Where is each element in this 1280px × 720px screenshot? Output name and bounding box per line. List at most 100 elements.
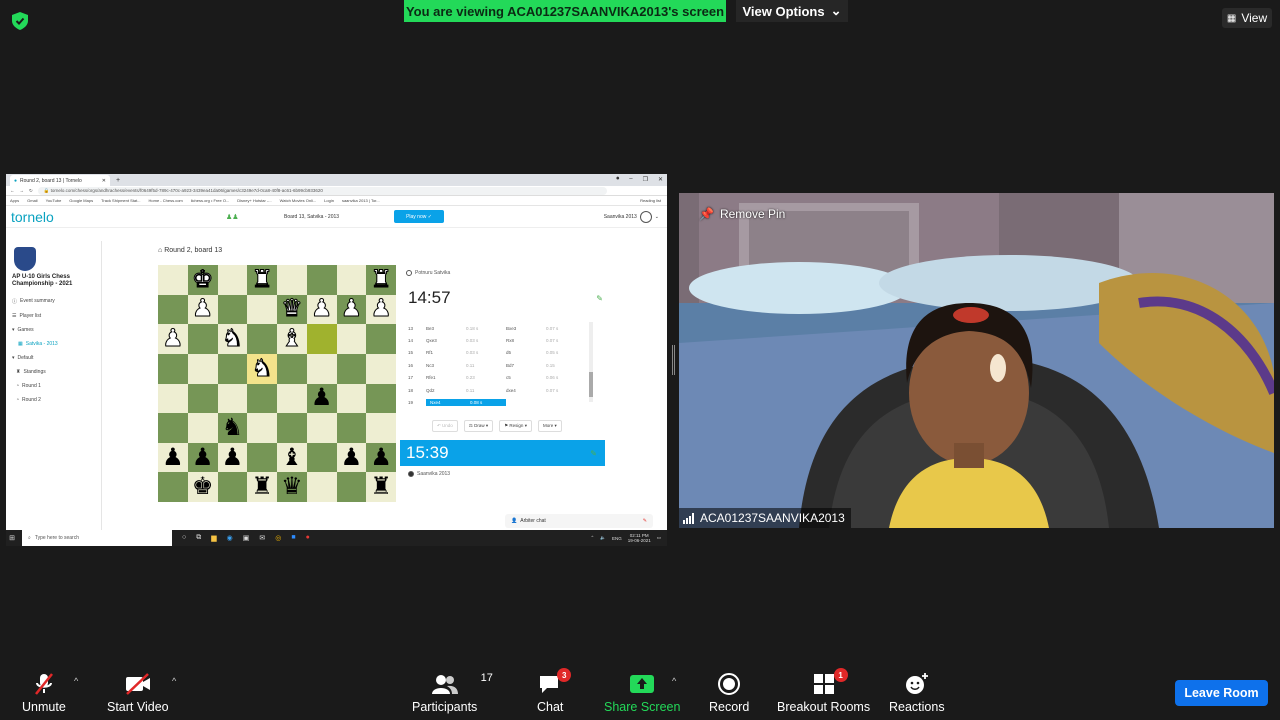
- board-square[interactable]: [306, 265, 337, 295]
- board-square[interactable]: ♜: [247, 265, 277, 295]
- black-king-icon[interactable]: ♚: [192, 475, 214, 499]
- board-square[interactable]: ♟: [187, 294, 218, 325]
- board-square[interactable]: [306, 442, 337, 473]
- cortana-icon[interactable]: ○: [182, 534, 186, 542]
- board-square[interactable]: ♞: [217, 413, 248, 443]
- more-button[interactable]: More ▾: [537, 420, 562, 432]
- leave-room-button[interactable]: Leave Room: [1175, 680, 1268, 706]
- draw-button[interactable]: ⚖ Draw ▾: [463, 420, 494, 432]
- sidebar-item[interactable]: ▦ Satvika - 2013: [6, 337, 101, 351]
- black-pawn-icon[interactable]: ♟: [370, 445, 392, 470]
- zoom-app-icon[interactable]: ■: [291, 534, 295, 542]
- board-square[interactable]: [187, 383, 218, 414]
- white-pawn-icon[interactable]: ♟: [191, 296, 213, 321]
- board-square[interactable]: ♚: [187, 472, 218, 502]
- url-field[interactable]: 🔒 tornelo.com/chess/orgs/andhrachess/eve…: [37, 186, 607, 195]
- record-button[interactable]: Record: [709, 672, 749, 714]
- bookmark-item[interactable]: Login: [324, 198, 334, 203]
- board-square[interactable]: [158, 413, 188, 443]
- board-square[interactable]: ♟: [158, 442, 188, 473]
- mail-icon[interactable]: ✉: [259, 534, 265, 542]
- board-square[interactable]: [217, 265, 248, 295]
- remove-pin-button[interactable]: 📌 Remove Pin: [699, 207, 785, 221]
- undo-button[interactable]: ↶ Undo: [432, 420, 458, 432]
- participants-button[interactable]: 17 Participants: [412, 672, 493, 714]
- board-square[interactable]: [366, 413, 396, 443]
- forward-icon[interactable]: →: [20, 188, 25, 193]
- breakout-rooms-button[interactable]: 1 Breakout Rooms: [777, 668, 870, 714]
- sidebar-item[interactable]: ☰ Player list: [6, 309, 101, 323]
- board-square[interactable]: [187, 413, 218, 443]
- white-bishop-icon[interactable]: ♝: [281, 326, 303, 351]
- board-square[interactable]: [217, 294, 248, 325]
- board-square[interactable]: [247, 413, 277, 443]
- board-square[interactable]: [277, 383, 307, 414]
- board-square[interactable]: ♝: [277, 324, 307, 354]
- black-pawn-icon[interactable]: ♟: [341, 445, 363, 470]
- board-square[interactable]: [158, 353, 188, 384]
- board-square[interactable]: [277, 353, 307, 384]
- browser-tab[interactable]: ● Round 2, board 13 | Tornelo ✕: [10, 175, 110, 186]
- board-square[interactable]: ♜: [247, 472, 277, 502]
- board-square[interactable]: [306, 472, 337, 502]
- board-square[interactable]: [158, 472, 188, 502]
- board-square[interactable]: [247, 324, 277, 354]
- reactions-button[interactable]: Reactions: [889, 672, 945, 714]
- board-square[interactable]: [366, 383, 396, 414]
- board-square[interactable]: [336, 324, 367, 354]
- task-view-icon[interactable]: ⧉: [196, 534, 201, 542]
- board-square[interactable]: ♞: [217, 324, 248, 354]
- board-square[interactable]: [336, 383, 367, 414]
- reload-icon[interactable]: ↻: [29, 188, 33, 194]
- minimize-icon[interactable]: –: [629, 176, 632, 183]
- back-icon[interactable]: ←: [10, 188, 15, 193]
- board-square[interactable]: [336, 265, 367, 295]
- black-pawn-icon[interactable]: ♟: [162, 445, 184, 470]
- sidebar-item[interactable]: ▾ Games: [6, 323, 101, 337]
- board-square[interactable]: [336, 413, 367, 443]
- audio-options-caret[interactable]: ^: [74, 676, 78, 686]
- file-explorer-icon[interactable]: ▆: [211, 534, 216, 542]
- share-options-caret[interactable]: ^: [672, 676, 676, 686]
- board-square[interactable]: [247, 294, 277, 325]
- user-menu[interactable]: Saanvika 2013 ⌄: [604, 210, 659, 223]
- black-rook-icon[interactable]: ♜: [370, 475, 392, 499]
- board-square[interactable]: [306, 413, 337, 443]
- board-square[interactable]: ♟: [366, 294, 396, 325]
- chrome-icon[interactable]: ◎: [275, 534, 281, 542]
- play-now-button[interactable]: Play now ✓: [394, 210, 444, 223]
- arbiter-chat[interactable]: 👤 Arbiter chat ✎: [505, 514, 653, 528]
- board-square[interactable]: ♟: [187, 442, 218, 473]
- windows-start-icon[interactable]: ⊞: [6, 534, 18, 542]
- move-row[interactable]: 13 Be3 0.18 s Bxe3 0.07 s: [408, 322, 593, 334]
- move-list[interactable]: 13 Be3 0.18 s Bxe3 0.07 s 14 Qxe3 0.03 s Rx8 0.07…: [408, 322, 593, 407]
- move-row[interactable]: 14 Qxe3 0.03 s Rx8 0.07 s: [408, 334, 593, 346]
- bookmark-item[interactable]: Track Shipment Stat...: [101, 198, 140, 203]
- white-pawn-icon[interactable]: ♟: [370, 296, 392, 321]
- bookmark-item[interactable]: Apps: [10, 198, 19, 203]
- reading-list-button[interactable]: Reading list: [640, 198, 661, 203]
- video-options-caret[interactable]: ^: [172, 676, 176, 686]
- bookmark-item[interactable]: Gmail: [27, 198, 37, 203]
- bookmark-item[interactable]: Home - Chess.com: [149, 198, 183, 203]
- resign-button[interactable]: ⚑ Resign ▾: [499, 420, 532, 432]
- taskbar-search[interactable]: ⌕ Type here to search: [22, 530, 172, 546]
- event-title[interactable]: AP U-10 Girls Chess Championship - 2021: [12, 274, 101, 288]
- sidebar-item[interactable]: ◔ Round 1: [6, 379, 101, 393]
- tornelo-logo[interactable]: tornelo: [11, 209, 91, 225]
- move-row[interactable]: 18 Qd2 0.11 dxe4 0.07 s: [408, 384, 593, 396]
- white-pawn-icon[interactable]: ♟: [310, 296, 332, 321]
- chess-board[interactable]: ♚ ♜ ♜ ♟ ♛ ♟ ♟ ♟ ♟ ♞ ♝ ♞ ♟ ♞ ♟ ♟ ♟ ♝ ♟ ♟ ♚ ♜ ♛ ♜: [158, 265, 396, 502]
- clock[interactable]: 02:11 PM 19-06-2021: [628, 533, 651, 543]
- black-queen-icon[interactable]: ♛: [281, 475, 303, 499]
- black-knight-icon[interactable]: ♞: [222, 415, 244, 440]
- share-screen-button[interactable]: Share Screen: [604, 672, 680, 714]
- shared-screen[interactable]: ● Round 2, board 13 | Tornelo ✕ + ⏺ – ❐ …: [6, 174, 667, 546]
- board-square[interactable]: ♜: [366, 472, 396, 502]
- close-tab-icon[interactable]: ✕: [102, 178, 106, 184]
- board-square[interactable]: [187, 324, 218, 354]
- board-square[interactable]: ♟: [158, 324, 188, 354]
- black-pawn-icon[interactable]: ♟: [311, 386, 333, 410]
- board-square[interactable]: [158, 383, 188, 414]
- bookmark-item[interactable]: lichess.org • Free O...: [191, 198, 230, 203]
